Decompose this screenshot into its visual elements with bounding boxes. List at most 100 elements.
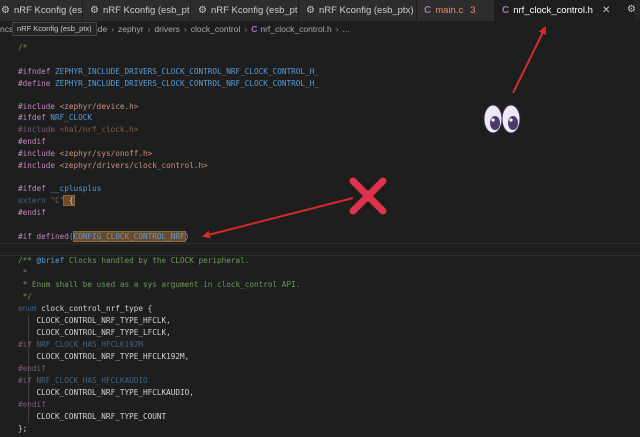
code-token: NRF_CLOCK_HAS_HFCLKAUDIO — [31, 376, 148, 385]
code-token: #include — [18, 102, 56, 111]
tab-label: nRF Kconfig (esb_ptx) — [210, 5, 299, 16]
code-token: CONFIG_CLOCK_CONTROL_NRF — [72, 231, 186, 242]
gear-icon: ⚙ — [90, 4, 99, 16]
code-line: /* — [18, 42, 27, 54]
code-line: extern "C" { — [18, 195, 75, 207]
problems-badge: 3 — [470, 5, 476, 16]
code-line: #if NRF_CLOCK_HAS_HFCLKAUDIO — [18, 375, 148, 387]
breadcrumb-item[interactable]: clock_control — [191, 24, 241, 34]
code-token: @brief — [36, 256, 65, 265]
code-token: */ — [18, 292, 32, 301]
code-line: /** @brief Clocks handled by the CLOCK p… — [18, 255, 249, 267]
code-token: <zephyr/device.h> — [55, 102, 139, 111]
tab-nrf-kconfig-esb-ptx-[interactable]: ⚙nRF Kconfig (esb_ptx) — [299, 0, 417, 21]
code-line: CLOCK_CONTROL_NRF_TYPE_HFCLK192M, — [18, 351, 190, 363]
tab-label: nrf_clock_control.h — [513, 5, 593, 16]
code-token: Clocks handled by the CLOCK peripheral. — [64, 256, 250, 265]
code-token: * — [18, 268, 28, 277]
code-editor[interactable]: /* #ifndef ZEPHYR_INCLUDE_DRIVERS_CLOCK_C… — [0, 37, 640, 437]
code-token: }; — [18, 424, 28, 433]
code-line: #ifdef NRF_CLOCK — [18, 112, 92, 124]
code-line: #endif — [18, 399, 46, 411]
code-token: defined( — [31, 232, 74, 241]
gear-icon: ⚙ — [198, 4, 207, 16]
code-token: #if — [18, 232, 32, 241]
close-icon[interactable]: ✕ — [602, 5, 610, 16]
code-line: */ — [18, 291, 32, 303]
tab-main-c[interactable]: Cmain.c 3 — [417, 0, 495, 21]
code-line: #endif — [18, 363, 46, 375]
code-token: /* — [18, 43, 28, 52]
code-token: <zephyr/sys/onoff.h> — [55, 149, 153, 158]
code-token: CLOCK_CONTROL_NRF_TYPE_COUNT — [18, 412, 167, 421]
code-token: __cplusplus — [45, 184, 102, 193]
code-token: enum — [18, 304, 37, 313]
code-line: }; — [18, 423, 27, 435]
breadcrumb-item[interactable]: drivers — [154, 24, 180, 34]
code-token: #include — [18, 125, 56, 134]
code-line: * — [18, 267, 28, 279]
code-line: #endif — [18, 207, 46, 219]
code-token: #if — [18, 376, 32, 385]
code-line: * Enum shall be used as a sys argument i… — [18, 279, 301, 291]
code-line: #include <zephyr/sys/onoff.h> — [18, 148, 152, 160]
tab-tooltip: nRF Kconfig (esb_ptx) — [12, 22, 97, 36]
code-token: #include — [18, 161, 56, 170]
tab-label: nRF Kconfig (esb_ptx) — [318, 5, 414, 16]
gear-icon: ⚙ — [1, 4, 10, 16]
code-line: enum clock_control_nrf_type { — [18, 303, 152, 315]
code-token: #ifdef — [18, 113, 46, 122]
code-token: CLOCK_CONTROL_NRF_TYPE_HFCLK, — [18, 316, 171, 325]
code-line: #if NRF_CLOCK_HAS_HFCLK192M — [18, 339, 143, 351]
chevron-right-icon: › — [335, 24, 339, 34]
code-token: #endif — [18, 137, 46, 146]
code-line: CLOCK_CONTROL_NRF_TYPE_HFCLK, — [18, 315, 171, 327]
code-token: CLOCK_CONTROL_NRF_TYPE_HFCLK192M, — [18, 352, 190, 361]
code-token: #define — [18, 79, 51, 88]
breadcrumb-item[interactable]: ... — [343, 24, 350, 34]
tab-nrf-clock-control-h[interactable]: Cnrf_clock_control.h ✕ — [495, 0, 634, 21]
code-token: #ifndef — [18, 67, 51, 76]
tab-label: nRF Kconfig (esb_ptx) — [102, 5, 191, 16]
chevron-right-icon: › — [183, 24, 187, 34]
code-line: CLOCK_CONTROL_NRF_TYPE_HFCLKAUDIO, — [18, 387, 194, 399]
code-token: ZEPHYR_INCLUDE_DRIVERS_CLOCK_CONTROL_NRF… — [50, 67, 319, 76]
tab-nrf-kconfig-esb-ptx-[interactable]: ⚙nRF Kconfig (esb_ptx) — [191, 0, 299, 21]
code-token: #endif — [18, 400, 46, 409]
code-line: #include <zephyr/drivers/clock_control.h… — [18, 160, 208, 172]
code-line: #endif — [18, 136, 46, 148]
c-file-icon: C — [251, 24, 258, 34]
breadcrumb-item[interactable]: nrf_clock_control.h — [260, 24, 331, 34]
chevron-right-icon: › — [244, 24, 248, 34]
tab-nrf-kconfig-esb-ptx-[interactable]: ⚙nRF Kconfig (esb_ptx) — [83, 0, 191, 21]
code-token: CLOCK_CONTROL_NRF_TYPE_HFCLKAUDIO, — [18, 388, 194, 397]
code-token: { — [63, 195, 75, 206]
code-token: #if — [18, 340, 32, 349]
c-file-icon: C — [502, 4, 510, 16]
code-token: clock_control_nrf_type { — [36, 304, 153, 313]
code-token: #include — [18, 149, 56, 158]
gear-icon: ⚙ — [306, 4, 315, 16]
code-line: CLOCK_CONTROL_NRF_TYPE_COUNT — [18, 411, 167, 423]
tab-label: nRF Kconfig (esb_ptx) — [13, 5, 83, 16]
code-token: "C" — [45, 196, 65, 205]
code-line: CLOCK_CONTROL_NRF_TYPE_LFCLK, — [18, 327, 171, 339]
code-line: #include <hal/nrf_clock.h> — [18, 124, 138, 136]
code-line: #define ZEPHYR_INCLUDE_DRIVERS_CLOCK_CON… — [18, 78, 319, 90]
chevron-right-icon: › — [111, 24, 115, 34]
tab-nrf-kconfig-esb-ptx-[interactable]: ⚙nRF Kconfig (esb_ptx) — [0, 0, 83, 21]
code-token: ) — [184, 232, 190, 241]
code-token: <zephyr/drivers/clock_control.h> — [55, 161, 208, 170]
code-token: #ifdef — [18, 184, 46, 193]
code-token: /** — [18, 256, 37, 265]
code-line: #ifdef __cplusplus — [18, 183, 101, 195]
editor-tab-bar: ⚙nRF Kconfig (esb_ptx)⚙nRF Kconfig (esb_… — [0, 0, 640, 21]
code-token: CLOCK_CONTROL_NRF_TYPE_LFCLK, — [18, 328, 171, 337]
tab-label: main.c — [435, 5, 464, 16]
chevron-right-icon: › — [147, 24, 151, 34]
settings-gear-icon[interactable]: ⚙ — [627, 4, 636, 15]
breadcrumb-item[interactable]: zephyr — [118, 24, 144, 34]
code-token: extern — [18, 196, 46, 205]
code-token: #endif — [18, 364, 46, 373]
code-token: * Enum shall be used as a sys argument i… — [18, 280, 301, 289]
